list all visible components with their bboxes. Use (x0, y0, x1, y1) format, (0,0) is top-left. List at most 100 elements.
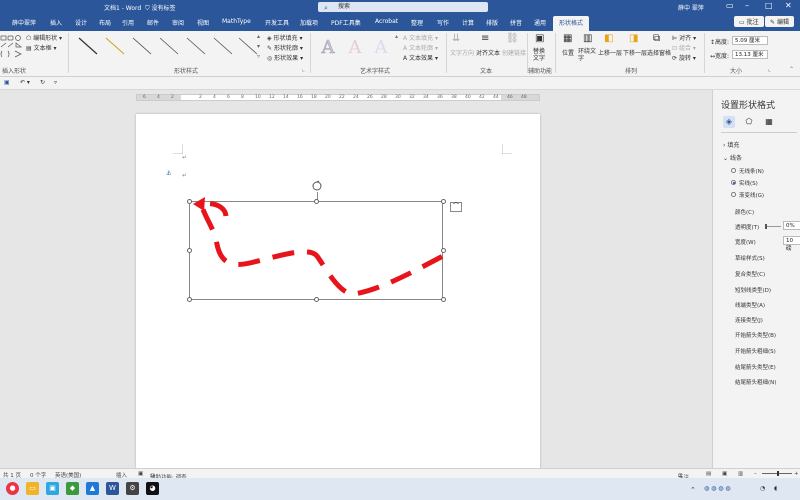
app-blue-icon[interactable]: ▲ (86, 482, 99, 495)
zoom-in-icon[interactable]: + (794, 471, 799, 477)
wordart-style-2[interactable]: A (345, 37, 365, 59)
shapes-gallery[interactable] (0, 33, 24, 63)
tab-review[interactable]: 审阅 (172, 18, 184, 27)
save-icon[interactable]: ▣ (4, 79, 10, 86)
document-page[interactable]: ↵ ⚓ ↵ ⌒ (136, 114, 540, 468)
rotate-button[interactable]: ⟳ 旋转 ▾ (672, 53, 696, 62)
gallery-scroll-up-icon[interactable]: ▴ (257, 33, 260, 40)
text-effect-button[interactable]: A 文本效果 ▾ (403, 53, 438, 62)
shape-height-input[interactable]: 5.09 厘米 (732, 36, 768, 45)
wrap-text-button[interactable]: 环绕文字 (578, 48, 598, 62)
tab-mailings[interactable]: 邮件 (147, 18, 159, 27)
tab-general[interactable]: 通用 (534, 18, 546, 27)
style-swatch-5[interactable] (185, 35, 207, 57)
wordart-scroll-icon[interactable]: ▴ (395, 33, 398, 40)
app-green-icon[interactable]: ◆ (66, 482, 79, 495)
create-link-button[interactable]: 创建链接 (502, 48, 526, 57)
label-status[interactable]: 没有标签 (151, 5, 175, 12)
search-box[interactable]: ⌕ 搜索 (318, 2, 488, 12)
comment-button[interactable]: ▭ 批注 (734, 16, 764, 27)
wordart-style-1[interactable]: A (318, 37, 338, 59)
zoom-slider-thumb[interactable] (777, 471, 779, 476)
tab-view[interactable]: 视图 (197, 18, 209, 27)
collapse-ribbon-icon[interactable]: ⌃ (789, 66, 794, 73)
style-swatch-7[interactable] (237, 35, 259, 57)
shape-outline-button[interactable]: ✎ 形状轮廓 ▾ (267, 43, 303, 52)
shape-width-input[interactable]: 13.13 厘米 (732, 50, 768, 59)
close-icon[interactable]: ✕ (785, 1, 792, 10)
maximize-icon[interactable]: □ (765, 1, 773, 10)
volume-icon[interactable]: ◖ (774, 485, 777, 492)
line-section-toggle[interactable]: ⌄ 线条 (723, 153, 742, 162)
rotate-handle-icon[interactable] (311, 180, 323, 192)
align-button[interactable]: ⊫ 对齐 ▾ (672, 33, 696, 42)
dialog-launcher-icon[interactable]: ⌞ (302, 66, 305, 73)
tab-acrobat[interactable]: Acrobat (375, 18, 398, 25)
tab-insert[interactable]: 插入 (50, 18, 62, 27)
transparency-input[interactable]: 0% (783, 221, 800, 230)
tab-addins[interactable]: 加载项 (300, 18, 318, 27)
style-swatch-1[interactable] (77, 35, 99, 57)
ribbon-options-icon[interactable]: ▭ (726, 1, 734, 10)
qq-penguin-icon[interactable]: ◕ (146, 482, 159, 495)
position-button[interactable]: 位置 (562, 48, 574, 57)
shape-fill-button[interactable]: ◈ 形状填充 ▾ (267, 33, 302, 42)
undo-icon[interactable]: ↶ ▾ (20, 79, 30, 86)
send-backward-button[interactable]: 下移一层 (623, 48, 647, 57)
style-swatch-2[interactable] (104, 35, 126, 57)
redo-icon[interactable]: ↻ (40, 79, 45, 86)
curved-dashed-arrow-shape[interactable] (189, 194, 447, 306)
text-box-button[interactable]: ▤ 文本框 ▾ (26, 43, 57, 52)
edit-button[interactable]: ✎ 编辑 (765, 16, 794, 27)
tab-design[interactable]: 设计 (75, 18, 87, 27)
fill-line-tab-icon[interactable]: ◈ (723, 116, 735, 128)
alt-text-button[interactable]: 替换文字 (533, 48, 549, 62)
print-layout-icon[interactable]: ▣ (722, 471, 727, 477)
file-explorer-icon[interactable]: ▭ (26, 482, 39, 495)
no-line-radio[interactable] (731, 168, 736, 173)
bring-forward-button[interactable]: 上移一层 (598, 48, 622, 57)
tab-typeset[interactable]: 排版 (486, 18, 498, 27)
zoom-out-icon[interactable]: – (754, 471, 757, 477)
transparency-slider[interactable] (767, 226, 781, 227)
network-icon[interactable]: ◔ (760, 485, 765, 492)
customize-toolbar-icon[interactable]: ▿ (54, 79, 57, 86)
web-layout-icon[interactable]: ▥ (738, 471, 743, 477)
size-dialog-launcher-icon[interactable]: ⌞ (768, 66, 771, 73)
solid-line-radio[interactable] (731, 180, 736, 185)
gallery-scroll-down-icon[interactable]: ▾ (257, 43, 260, 50)
minimize-icon[interactable]: – (745, 1, 749, 10)
tab-home[interactable]: 薛中翠萍 (12, 18, 36, 27)
group-button[interactable]: ⊡ 组合 ▾ (672, 43, 696, 52)
user-name[interactable]: 薛中 翠萍 (678, 3, 704, 12)
app-red-icon[interactable]: ● (6, 482, 19, 495)
align-text-button[interactable]: 对齐文本 (476, 48, 500, 57)
gallery-more-icon[interactable]: ▿ (257, 53, 260, 60)
width-input[interactable]: 10 磅 (783, 236, 800, 252)
style-swatch-3[interactable] (131, 35, 153, 57)
tab-pdf-tools[interactable]: PDF工具集 (331, 18, 361, 27)
word-icon[interactable]: W (106, 482, 119, 495)
tray-chevron-icon[interactable]: ⌃ (690, 486, 696, 494)
tab-layout[interactable]: 布局 (99, 18, 111, 27)
tab-write[interactable]: 写作 (437, 18, 449, 27)
fill-section-toggle[interactable]: › 填充 (723, 140, 739, 149)
horizontal-ruler[interactable]: 6 4 2 2 4 6 8 10 12 14 16 18 20 22 24 26 28 30 32 34 36 38 40 4… (136, 94, 540, 101)
gradient-line-radio[interactable] (731, 192, 736, 197)
layout-options-icon[interactable]: ⌒ (450, 202, 462, 212)
macro-record-icon[interactable]: ▣ (138, 471, 143, 477)
tab-shape-format[interactable]: 形状格式 (553, 16, 590, 31)
tab-organize[interactable]: 整理 (411, 18, 423, 27)
edit-shape-button[interactable]: ⬠ 编辑形状 ▾ (26, 33, 62, 42)
tray-icons[interactable]: ◍ ◍ ◍ ◍ (704, 485, 731, 492)
read-mode-icon[interactable]: ▤ (706, 471, 711, 477)
tab-calculate[interactable]: 计算 (462, 18, 474, 27)
shape-effect-button[interactable]: ◎ 形状效果 ▾ (267, 53, 303, 62)
text-direction-button[interactable]: 文字方向 (450, 48, 474, 57)
tab-developer[interactable]: 开发工具 (265, 18, 289, 27)
text-fill-button[interactable]: A 文本填充 ▾ (403, 33, 438, 42)
selection-pane-button[interactable]: 选择窗格 (647, 48, 671, 57)
tab-mathtype[interactable]: MathType (222, 18, 251, 25)
tab-pinyin[interactable]: 拼音 (510, 18, 522, 27)
wordart-style-3[interactable]: A (371, 37, 391, 59)
